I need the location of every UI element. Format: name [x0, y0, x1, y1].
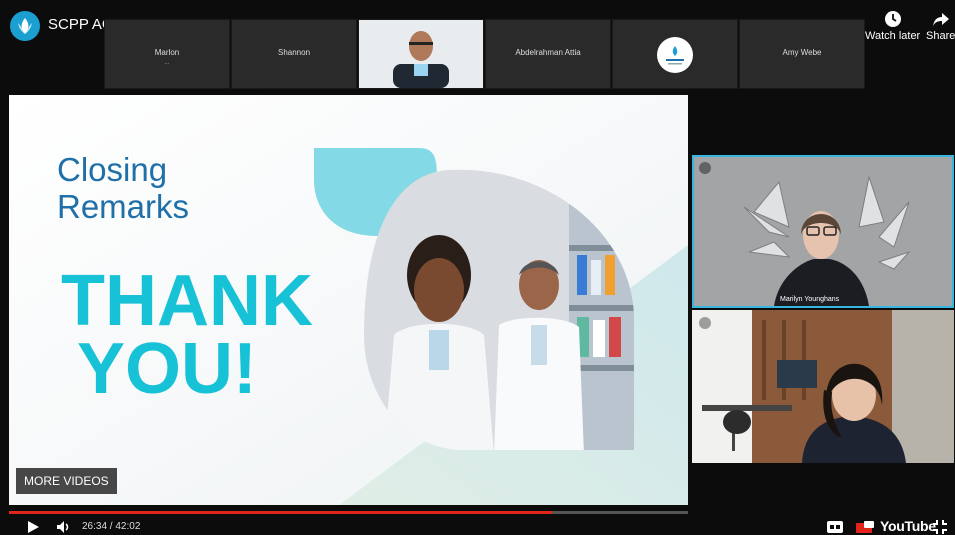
progress-bar[interactable]: [9, 511, 688, 514]
share-arrow-icon: [932, 13, 949, 26]
exit-fullscreen-icon[interactable]: [933, 520, 947, 534]
channel-logo[interactable]: [10, 11, 40, 41]
slide-subtitle-line2: Remarks: [57, 188, 190, 225]
miniplayer-icon[interactable]: [856, 521, 874, 533]
share-button[interactable]: Share: [926, 10, 955, 42]
more-videos-button[interactable]: MORE VIDEOS: [16, 468, 117, 494]
participant-tile: Marlon ...: [104, 19, 230, 89]
participant-tile-logo: [612, 19, 738, 89]
participant-video-speaker: [358, 19, 484, 89]
participant-tile: Abdelrahman Attia: [485, 19, 611, 89]
participant-tile: Amy Webe: [739, 19, 865, 89]
clock-icon: [884, 11, 901, 27]
time-display: 26:34 / 42:02: [82, 521, 141, 532]
active-speaker-video-image: [694, 157, 952, 306]
organization-logo: [657, 37, 693, 73]
speaker-video-image: [359, 20, 483, 88]
video-player[interactable]: SCPP AGM 2021 Watch later Share Marlon .…: [0, 0, 955, 535]
volume-icon[interactable]: [56, 520, 72, 534]
presentation-slide: Closing Remarks THANK YOU!: [9, 95, 688, 505]
participant-video: [692, 310, 954, 463]
slide-subtitle: Closing Remarks: [57, 151, 189, 225]
participant-name-label: Marilyn Younghans: [780, 296, 840, 303]
youtube-logo[interactable]: YouTube: [880, 518, 936, 534]
participant-name: Shannon: [277, 48, 311, 57]
channel-logo-icon: [18, 18, 32, 34]
participant-video-active: Marilyn Younghans: [692, 155, 954, 308]
watch-later-label: Watch later: [865, 30, 921, 42]
progress-bar-fill: [9, 511, 553, 514]
participant-name: Abdelrahman Attia: [515, 48, 581, 57]
participant-name: Amy Webe: [782, 48, 822, 57]
slide-headline-line2: YOU!: [77, 329, 257, 409]
slide-headline-line1: THANK: [61, 261, 313, 341]
organization-logo-icon: [666, 46, 684, 65]
slide-subtitle-line1: Closing: [57, 151, 168, 188]
share-label: Share: [926, 30, 955, 42]
watch-later-button[interactable]: Watch later: [865, 10, 920, 42]
participant-subtitle: ...: [164, 60, 170, 66]
participant-name: Marlon: [154, 48, 180, 57]
play-icon[interactable]: [26, 520, 40, 534]
participant-video-image: [692, 310, 954, 463]
captions-icon[interactable]: [827, 521, 843, 533]
participant-tile: Shannon: [231, 19, 357, 89]
